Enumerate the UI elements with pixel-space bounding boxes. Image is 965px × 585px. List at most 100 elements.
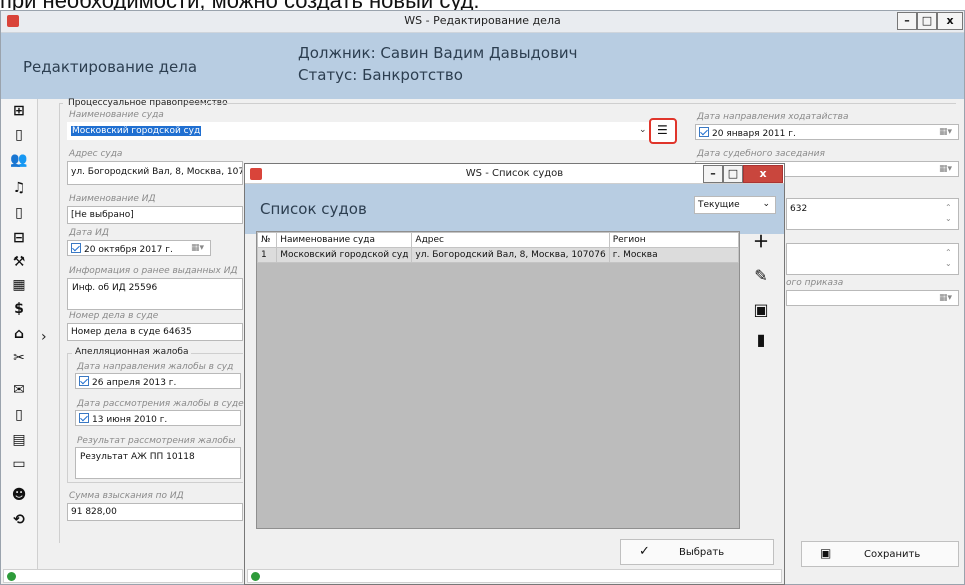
spinner-icon[interactable]: ⌃ ⌄	[945, 202, 952, 224]
table-cell: Московский городской суд	[276, 247, 413, 263]
document-icon[interactable]: ▯	[8, 125, 30, 145]
page-header: Редактирование дела Должник: Савин Вадим…	[1, 33, 964, 99]
table-header: № Наименование суда Адрес Регион	[256, 232, 740, 248]
appeal-review-date-picker[interactable]: 13 июня 2010 г.	[75, 410, 241, 426]
dialog-title-bar: WS - Список судов – □ x	[245, 164, 784, 184]
add-document-icon[interactable]: ⊞	[8, 101, 30, 121]
id-date-label: Дата ИД	[69, 228, 109, 238]
file-refresh-icon[interactable]: ▯	[8, 405, 30, 425]
court-case-no-label: Номер дела в суде	[69, 311, 159, 321]
courts-table: № Наименование суда Адрес Регион 1 Моско…	[256, 231, 740, 529]
court-address-label: Адрес суда	[69, 149, 123, 159]
check-icon: ✓	[639, 544, 650, 559]
petition-date-picker[interactable]: 20 января 2011 г. ▦▾	[695, 124, 959, 140]
select-button[interactable]: ✓ Выбрать	[620, 539, 774, 565]
column-header-address[interactable]: Адрес	[411, 232, 610, 248]
trash-icon: ▮	[756, 330, 766, 349]
id-name-label: Наименование ИД	[69, 194, 156, 204]
bell-icon[interactable]: ♫	[8, 178, 30, 198]
id-date-picker[interactable]: 20 октября 2017 г. ▦▾	[67, 240, 211, 256]
save-icon: ▣	[820, 546, 832, 560]
expand-chevron-icon[interactable]: ›	[41, 329, 47, 345]
court-name-label: Наименование суда	[69, 110, 164, 120]
file-text-icon[interactable]: ▤	[8, 430, 30, 450]
plus-icon: ＋	[752, 232, 769, 251]
court-list-button[interactable]: ☰	[649, 118, 677, 144]
court-filter-select[interactable]: Текущие ⌄	[694, 196, 776, 214]
appeal-group-title: Апелляционная жалоба	[72, 347, 192, 357]
appeal-review-checkbox[interactable]	[79, 413, 89, 423]
right-date-picker[interactable]: ▦▾	[786, 290, 959, 306]
right-label-partial: ого приказа	[786, 278, 844, 288]
gavel-icon[interactable]: ⚒	[8, 252, 30, 272]
save-button[interactable]: ▣ Сохранить	[801, 541, 959, 567]
users-volume-icon[interactable]: ☻	[8, 485, 30, 505]
id-date-checkbox[interactable]	[71, 243, 81, 253]
chevron-down-icon: ⌄	[762, 199, 770, 209]
right-field-2[interactable]	[786, 243, 959, 275]
column-header-number[interactable]: №	[256, 232, 278, 248]
history-icon[interactable]: ⟲	[8, 510, 30, 530]
dialog-maximize-button[interactable]: □	[723, 165, 743, 183]
table-cell: ул. Богородский Вал, 8, Москва, 107076	[411, 247, 610, 263]
chat-icon[interactable]: ▭	[8, 454, 30, 474]
amount-label: Сумма взыскания по ИД	[69, 491, 184, 501]
users-icon[interactable]: 👥	[8, 150, 30, 170]
archive-court-button[interactable]: ▣	[749, 299, 773, 323]
spinner-icon[interactable]: ⌃ ⌄	[945, 247, 952, 269]
column-header-court-name[interactable]: Наименование суда	[276, 232, 413, 248]
dialog-header: Список судов Текущие ⌄	[245, 184, 784, 234]
delete-court-button[interactable]: ▮	[749, 329, 773, 353]
dialog-minimize-button[interactable]: –	[703, 165, 723, 183]
case-status: Статус: Банкротство	[298, 66, 463, 84]
mail-icon[interactable]: ✉	[8, 380, 30, 400]
tools-icon[interactable]: ✂	[8, 348, 30, 368]
appeal-sent-label: Дата направления жалобы в суд	[77, 362, 234, 372]
column-header-region[interactable]: Регион	[608, 232, 740, 248]
close-button[interactable]: x	[937, 12, 963, 30]
maximize-button[interactable]: □	[917, 12, 937, 30]
court-name-field[interactable]: Московский городской суд	[67, 122, 651, 140]
table-cell: г. Москва	[608, 247, 740, 263]
status-ok-icon	[7, 572, 16, 581]
add-court-button[interactable]: ＋	[749, 231, 773, 255]
minimize-button[interactable]: –	[897, 12, 917, 30]
table-row[interactable]: 1 Московский городской суд ул. Богородск…	[256, 247, 740, 263]
court-address-field[interactable]: ул. Богородский Вал, 8, Москва, 107076	[67, 161, 243, 185]
right-field-partial[interactable]: 632	[786, 198, 959, 230]
appeal-sent-checkbox[interactable]	[79, 376, 89, 386]
calendar-dropdown-icon[interactable]: ▦▾	[939, 293, 952, 303]
edit-court-button[interactable]: ✎	[749, 265, 773, 289]
document-search-icon[interactable]: ▯	[8, 203, 30, 223]
id-name-field[interactable]: [Не выбрано]	[67, 206, 243, 224]
house-search-icon[interactable]: ⌂	[8, 324, 30, 344]
main-title-bar: WS - Редактирование дела – □ x	[1, 11, 964, 33]
appeal-result-field[interactable]: Результат АЖ ПП 10118	[75, 447, 241, 479]
debtor-name: Должник: Савин Вадим Давыдович	[298, 44, 578, 62]
main-status-bar	[3, 569, 243, 583]
appeal-sent-date-picker[interactable]: 26 апреля 2013 г.	[75, 373, 241, 389]
court-case-no-field[interactable]: Номер дела в суде 64635	[67, 323, 243, 341]
calendar-dropdown-icon[interactable]: ▦▾	[939, 164, 952, 174]
archive-icon: ▣	[753, 300, 769, 319]
dollar-icon[interactable]: $	[8, 299, 30, 319]
dialog-status-bar	[247, 569, 782, 583]
calendar-dropdown-icon[interactable]: ▦▾	[939, 127, 952, 137]
hearing-date-label: Дата судебного заседания	[697, 149, 825, 159]
court-list-dialog: WS - Список судов – □ x Список судов Тек…	[244, 163, 785, 585]
dialog-close-button[interactable]: x	[743, 165, 783, 183]
archive-icon[interactable]: ⊟	[8, 228, 30, 248]
appeal-result-label: Результат рассмотрения жалобы	[77, 436, 236, 446]
list-icon: ☰	[657, 123, 668, 137]
status-ok-icon	[251, 572, 260, 581]
chevron-down-icon[interactable]: ⌄	[639, 125, 647, 135]
petition-date-checkbox[interactable]	[699, 127, 709, 137]
amount-field[interactable]: 91 828,00	[67, 503, 243, 521]
prev-id-info-field[interactable]: Инф. об ИД 25596	[67, 278, 243, 310]
page-title: Редактирование дела	[23, 58, 198, 76]
pencil-icon: ✎	[754, 266, 768, 285]
dialog-header-title: Список судов	[260, 200, 367, 218]
calendar-dropdown-icon[interactable]: ▦▾	[191, 243, 204, 253]
petition-date-label: Дата направления ходатайства	[697, 112, 849, 122]
calendar-icon[interactable]: ▦	[8, 275, 30, 295]
